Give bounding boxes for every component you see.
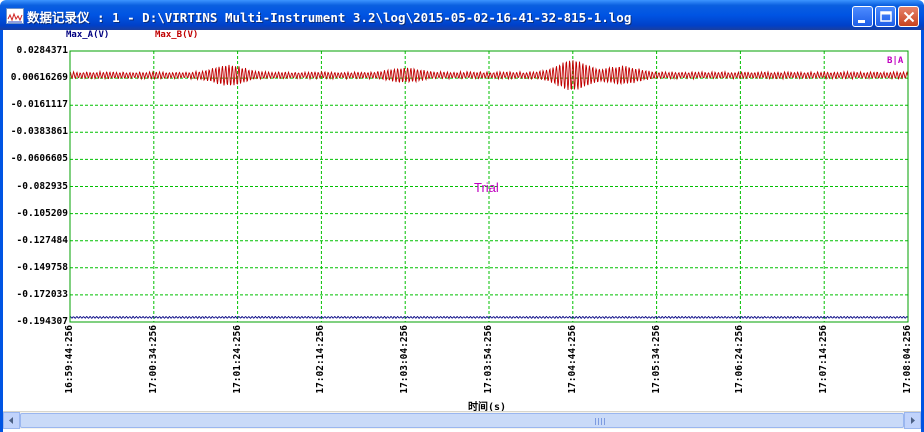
plot[interactable] xyxy=(0,0,924,432)
x-tick-label: 17:00:34:256 xyxy=(147,325,159,394)
y-tick-label: -0.194307 xyxy=(16,316,68,327)
channel-indicator: B|A xyxy=(887,56,904,66)
scroll-right-button[interactable] xyxy=(904,412,921,429)
y-tick-label: -0.0161117 xyxy=(10,99,68,111)
y-tick-label: -0.0606605 xyxy=(10,153,68,165)
x-tick-label: 17:04:44:256 xyxy=(566,325,578,394)
y-tick-label: -0.127484 xyxy=(16,234,68,246)
x-tick-label: 17:02:14:256 xyxy=(315,325,327,394)
y-tick-label: 0.00616269 xyxy=(10,72,68,84)
y-tick-label: -0.172033 xyxy=(16,288,68,300)
x-tick-label: 17:03:54:256 xyxy=(483,325,494,394)
x-tick-label: 17:03:04:256 xyxy=(399,325,411,394)
x-tick-label: 16:59:44:256 xyxy=(64,325,75,394)
scroll-right-icon xyxy=(911,417,915,424)
horizontal-scrollbar[interactable] xyxy=(3,411,921,429)
x-tick-label: 17:06:24:256 xyxy=(734,325,746,394)
y-tick-label: -0.105209 xyxy=(16,207,68,219)
series-line-channel-b xyxy=(69,60,909,91)
x-tick-label: 17:07:14:256 xyxy=(818,325,830,394)
x-tick-label: 17:08:04:256 xyxy=(902,325,913,394)
y-tick-label: -0.0383861 xyxy=(10,126,68,138)
x-tick-label: 17:01:24:256 xyxy=(231,325,243,394)
trial-watermark: Trial xyxy=(474,180,499,195)
scroll-thumb[interactable] xyxy=(20,413,904,428)
data-logger-window: 数据记录仪 : 1 - D:\VIRTINS Multi-Instrument … xyxy=(0,0,924,432)
y-tick-label: -0.082935 xyxy=(16,180,68,192)
y-tick-label: 0.0284371 xyxy=(16,45,68,56)
scroll-left-icon xyxy=(9,417,13,424)
y-tick-label: -0.149758 xyxy=(16,261,68,273)
scroll-left-button[interactable] xyxy=(3,412,20,429)
x-tick-label: 17:05:34:256 xyxy=(650,325,662,394)
scroll-grip xyxy=(595,418,607,425)
